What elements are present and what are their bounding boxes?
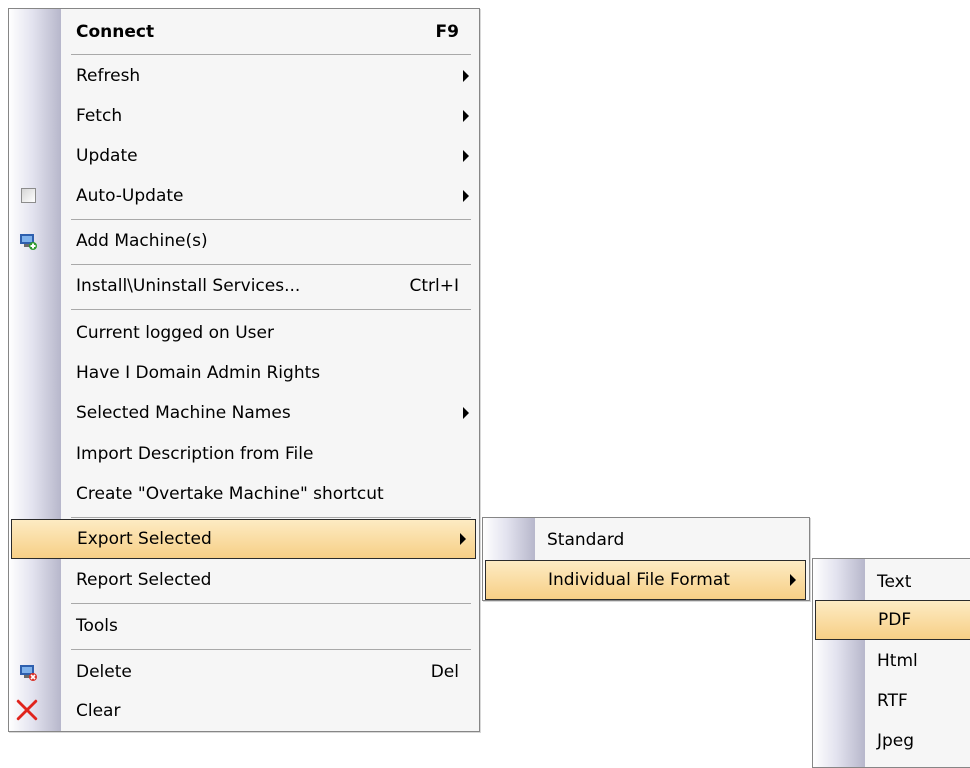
- menu-item-label: Auto-Update: [76, 186, 184, 206]
- menu-item-label: Report Selected: [76, 570, 212, 590]
- menu-separator: [71, 54, 471, 55]
- menu-item-label: Delete: [76, 662, 132, 682]
- menu-item-report-selected[interactable]: Report Selected: [9, 560, 479, 600]
- menu-item-label: Clear: [76, 701, 121, 721]
- menu-item-label: Text: [877, 572, 912, 592]
- menu-item-shortcut: F9: [435, 22, 459, 42]
- menu-item-domain-admin[interactable]: Have I Domain Admin Rights: [9, 353, 479, 393]
- menu-item-label: Jpeg: [877, 731, 915, 751]
- menu-item-label: Refresh: [76, 66, 141, 86]
- menu-item-auto-update[interactable]: Auto-Update: [9, 176, 479, 216]
- menu-item-export-selected[interactable]: Export Selected: [11, 519, 476, 559]
- menu-item-label: Selected Machine Names: [76, 403, 291, 423]
- menu-item-shortcut: Del: [430, 662, 459, 682]
- menu-item-label: Have I Domain Admin Rights: [76, 363, 321, 383]
- menu-item-label: Export Selected: [77, 529, 212, 549]
- submenu-arrow-icon: [463, 150, 469, 162]
- menu-item-tools[interactable]: Tools: [9, 606, 479, 646]
- menu-item-individual-file-format[interactable]: Individual File Format: [485, 560, 806, 600]
- menu-item-label: PDF: [878, 610, 912, 630]
- menu-item-clear[interactable]: Clear: [9, 691, 479, 731]
- menu-separator: [71, 603, 471, 604]
- menu-item-selected-machine-names[interactable]: Selected Machine Names: [9, 393, 479, 433]
- menu-item-pdf[interactable]: PDF: [815, 600, 970, 640]
- menu-item-add-machines[interactable]: Add Machine(s): [9, 221, 479, 261]
- submenu-arrow-icon: [460, 533, 466, 545]
- menu-item-label: Install\Uninstall Services...: [76, 276, 301, 296]
- menu-item-label: RTF: [877, 691, 908, 711]
- file-format-submenu: Text PDF Html RTF Jpeg: [812, 558, 970, 768]
- menu-item-label: Standard: [547, 530, 625, 550]
- add-machine-icon: [20, 234, 37, 250]
- menu-item-update[interactable]: Update: [9, 136, 479, 176]
- menu-item-install-uninstall[interactable]: Install\Uninstall Services... Ctrl+I: [9, 266, 479, 306]
- menu-item-import-description[interactable]: Import Description from File: [9, 434, 479, 474]
- menu-item-text[interactable]: Text: [813, 562, 970, 602]
- menu-item-label: Individual File Format: [548, 570, 730, 590]
- checkbox-icon[interactable]: [21, 188, 36, 203]
- export-submenu: Standard Individual File Format: [482, 517, 810, 601]
- menu-item-standard[interactable]: Standard: [483, 520, 809, 560]
- menu-separator: [71, 649, 471, 650]
- menu-item-fetch[interactable]: Fetch: [9, 96, 479, 136]
- menu-separator: [71, 517, 471, 518]
- context-menu: Connect F9 Refresh Fetch Update Auto-Upd…: [8, 8, 480, 732]
- menu-item-jpeg[interactable]: Jpeg: [813, 721, 970, 761]
- menu-item-label: Create "Overtake Machine" shortcut: [76, 484, 384, 504]
- menu-item-rtf[interactable]: RTF: [813, 681, 970, 721]
- submenu-arrow-icon: [463, 190, 469, 202]
- menu-item-refresh[interactable]: Refresh: [9, 56, 479, 96]
- submenu-arrow-icon: [463, 110, 469, 122]
- submenu-arrow-icon: [463, 70, 469, 82]
- menu-separator: [71, 219, 471, 220]
- menu-item-label: Connect: [76, 22, 155, 42]
- red-x-icon: [16, 699, 38, 721]
- delete-machine-icon: [20, 665, 37, 681]
- submenu-arrow-icon: [790, 574, 796, 586]
- menu-item-label: Add Machine(s): [76, 231, 208, 251]
- menu-item-label: Update: [76, 146, 138, 166]
- menu-item-current-user[interactable]: Current logged on User: [9, 313, 479, 353]
- menu-item-label: Current logged on User: [76, 323, 274, 343]
- menu-item-html[interactable]: Html: [813, 641, 970, 681]
- menu-item-label: Fetch: [76, 106, 123, 126]
- menu-item-label: Html: [877, 651, 918, 671]
- submenu-arrow-icon: [463, 407, 469, 419]
- menu-item-overtake-shortcut[interactable]: Create "Overtake Machine" shortcut: [9, 474, 479, 514]
- menu-item-shortcut: Ctrl+I: [409, 276, 459, 296]
- menu-item-label: Import Description from File: [76, 444, 314, 464]
- menu-separator: [71, 264, 471, 265]
- menu-item-label: Tools: [76, 616, 118, 636]
- menu-separator: [71, 309, 471, 310]
- menu-item-delete[interactable]: Delete Del: [9, 652, 479, 692]
- menu-item-connect[interactable]: Connect F9: [9, 12, 479, 52]
